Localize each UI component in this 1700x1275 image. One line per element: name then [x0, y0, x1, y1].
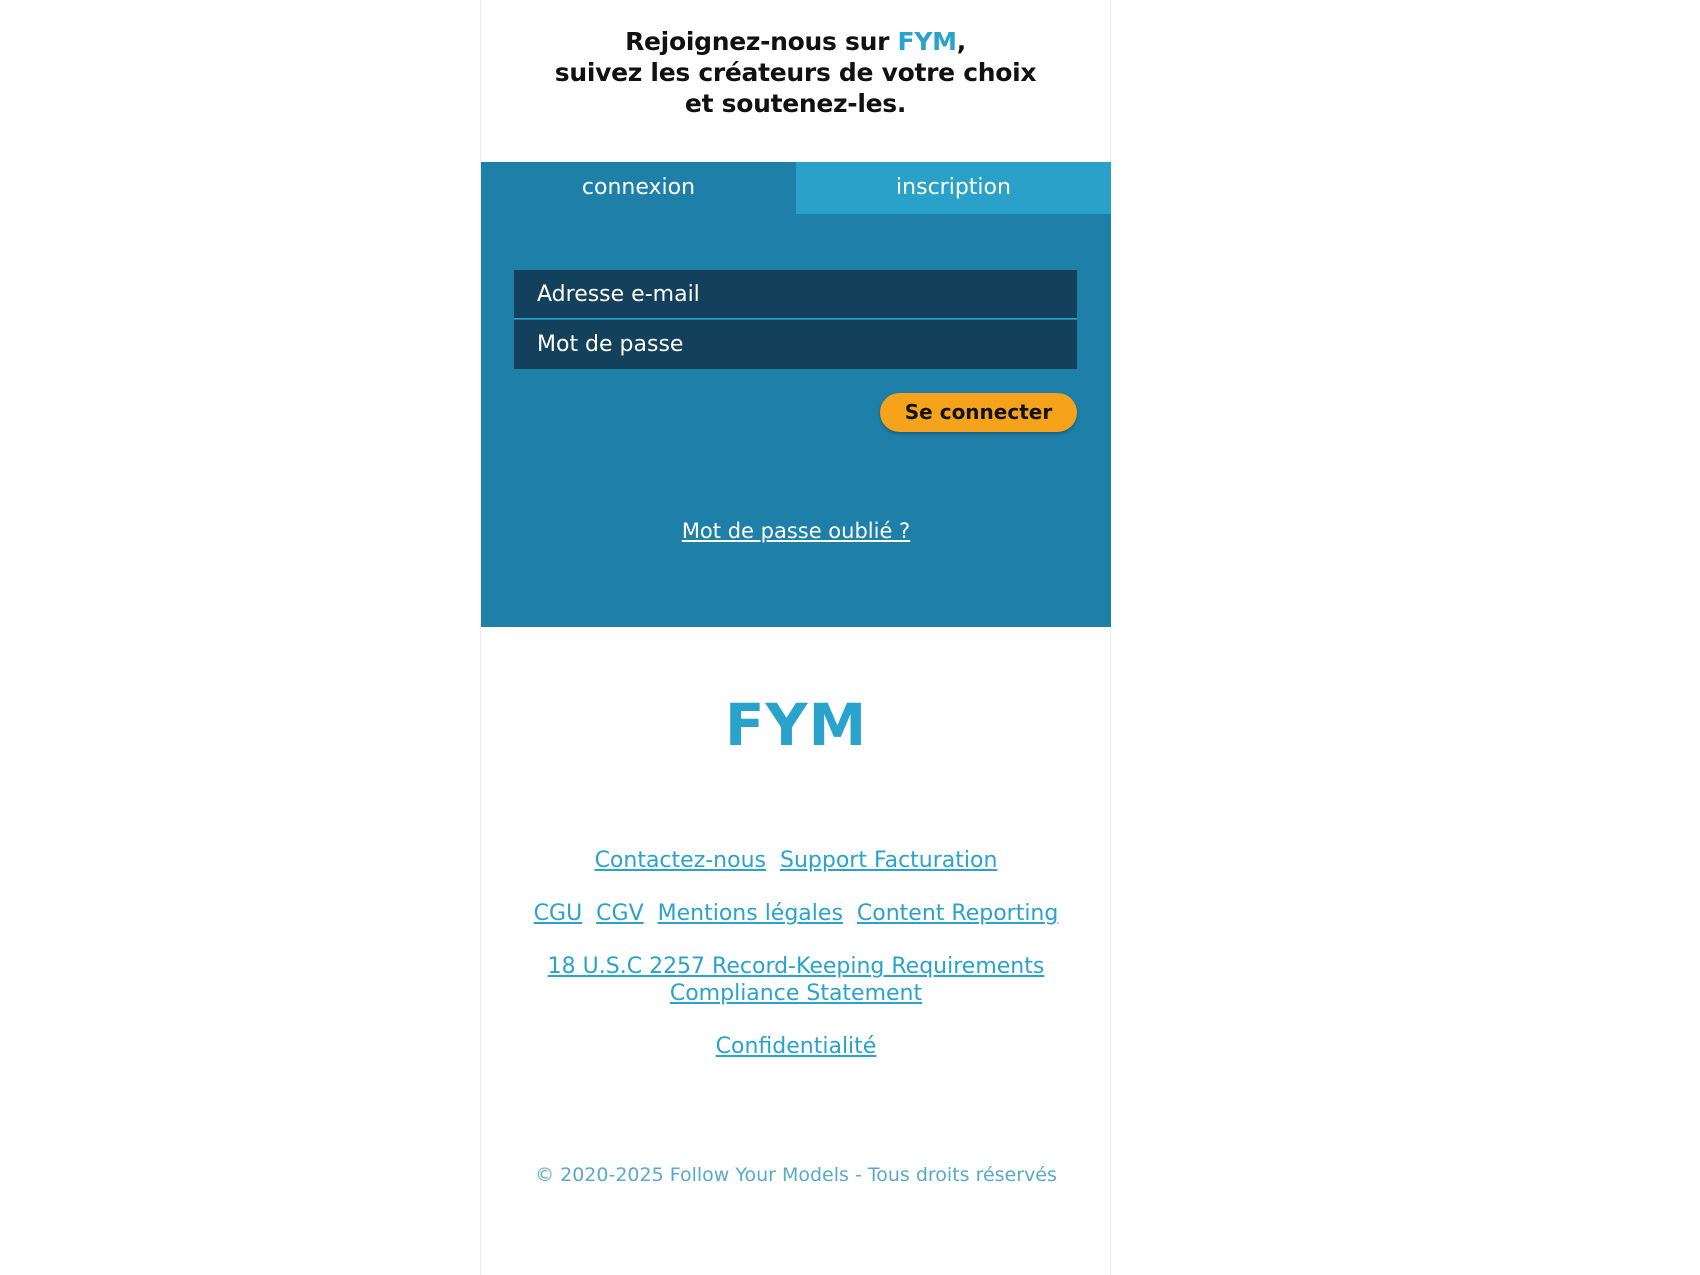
page: Rejoignez-nous sur FYM, suivez les créat…	[0, 0, 1700, 1275]
footer-links-row-3: 18 U.S.C 2257 Record-Keeping Requirement…	[481, 953, 1111, 1007]
footer-links-row-1: Contactez-nous Support Facturation	[481, 847, 1111, 874]
login-button[interactable]: Se connecter	[880, 393, 1077, 432]
main-column: Rejoignez-nous sur FYM, suivez les créat…	[480, 0, 1111, 1275]
copyright-text: © 2020-2025 Follow Your Models - Tous dr…	[535, 1164, 1057, 1186]
headline-brand: FYM	[897, 27, 957, 56]
footer-links-row-4: Confidentialité	[481, 1033, 1111, 1060]
privacy-link[interactable]: Confidentialité	[716, 1034, 877, 1059]
footer-links-row-2: CGU CGV Mentions légales Content Reporting	[481, 900, 1111, 927]
tab-inscription[interactable]: inscription	[796, 162, 1111, 214]
record-keeping-line-2: Compliance Statement	[669, 981, 923, 1006]
email-input[interactable]	[514, 270, 1077, 319]
headline-prefix: Rejoignez-nous sur	[625, 27, 898, 56]
headline-line-1: Rejoignez-nous sur FYM,	[481, 26, 1110, 57]
headline-line-2: suivez les créateurs de votre choix	[554, 58, 1037, 87]
page-headline: Rejoignez-nous sur FYM, suivez les créat…	[481, 26, 1110, 119]
forgot-password-link[interactable]: Mot de passe oublié ?	[481, 519, 1111, 543]
legal-notice-link[interactable]: Mentions légales	[658, 901, 843, 926]
footer-logo: FYM	[724, 691, 868, 759]
headline-line-3: et soutenez-les.	[684, 89, 907, 118]
login-panel: connexion inscription Se connecter Mot d…	[481, 162, 1111, 627]
billing-support-link[interactable]: Support Facturation	[780, 848, 997, 873]
contact-link[interactable]: Contactez-nous	[595, 848, 766, 873]
password-input[interactable]	[514, 320, 1077, 369]
headline-comma: ,	[956, 27, 967, 56]
tab-connexion[interactable]: connexion	[481, 162, 796, 214]
cgv-link[interactable]: CGV	[596, 901, 643, 926]
cgu-link[interactable]: CGU	[534, 901, 583, 926]
content-reporting-link[interactable]: Content Reporting	[857, 901, 1058, 926]
record-keeping-link[interactable]: 18 U.S.C 2257 Record-Keeping Requirement…	[548, 953, 1045, 1007]
record-keeping-line-1: 18 U.S.C 2257 Record-Keeping Requirement…	[547, 954, 1045, 979]
